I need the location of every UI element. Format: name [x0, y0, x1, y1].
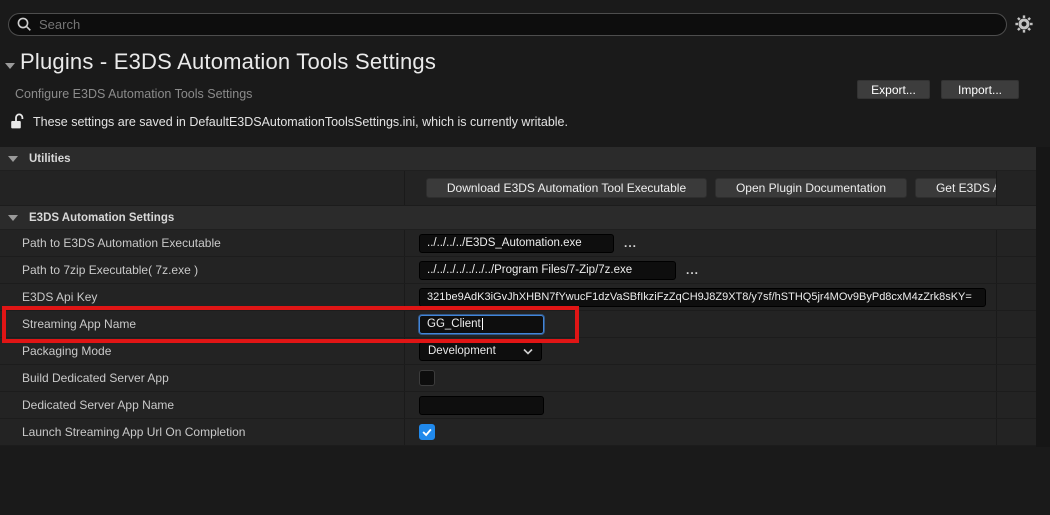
utilities-row-end-cell	[997, 171, 1036, 205]
dedicated-server-app-name-field[interactable]	[419, 396, 544, 415]
page-subtitle: Configure E3DS Automation Tools Settings	[15, 87, 252, 101]
setting-label: Streaming App Name	[0, 311, 405, 337]
row-end-cell	[997, 230, 1036, 256]
setting-value-cell: ../../../../E3DS_Automation.exe ...	[405, 230, 997, 256]
export-button[interactable]: Export...	[857, 80, 930, 99]
setting-label: Launch Streaming App Url On Completion	[0, 419, 405, 445]
setting-value-cell	[405, 392, 997, 418]
get-e3ds-api-key-button[interactable]: Get E3DS Api Key	[915, 178, 997, 198]
setting-row-e3ds-api-key: E3DS Api Key 321be9AdK3iGvJhXHBN7fYwucF1…	[0, 284, 1036, 311]
row-end-cell	[997, 392, 1036, 418]
setting-label: Dedicated Server App Name	[0, 392, 405, 418]
utilities-row-label-cell	[0, 171, 405, 205]
settings-panel: Utilities Download E3DS Automation Tool …	[0, 147, 1036, 446]
setting-row-dedicated-server-app-name: Dedicated Server App Name	[0, 392, 1036, 419]
streaming-app-name-value: GG_Client	[427, 318, 481, 330]
setting-row-packaging-mode: Packaging Mode Development	[0, 338, 1036, 365]
setting-row-launch-streaming-app-url-on-completion: Launch Streaming App Url On Completion	[0, 419, 1036, 446]
collapse-title-arrow-icon[interactable]	[5, 63, 15, 69]
text-caret	[482, 318, 483, 330]
setting-label: E3DS Api Key	[0, 284, 405, 310]
packaging-mode-selected-value: Development	[428, 345, 496, 357]
panel-right-gutter	[1036, 147, 1050, 447]
packaging-mode-dropdown[interactable]: Development	[419, 342, 542, 361]
import-button[interactable]: Import...	[941, 80, 1019, 99]
config-file-notice: These settings are saved in DefaultE3DSA…	[10, 113, 568, 130]
e3ds-executable-path-field[interactable]: ../../../../E3DS_Automation.exe	[419, 234, 614, 253]
setting-value-cell: GG_Client	[405, 311, 997, 337]
row-end-cell	[997, 311, 1036, 337]
search-input[interactable]	[39, 17, 1006, 32]
setting-row-streaming-app-name: Streaming App Name GG_Client	[0, 311, 1036, 338]
checkmark-icon	[421, 426, 433, 438]
launch-streaming-app-url-checkbox[interactable]	[419, 424, 435, 440]
section-header-utilities[interactable]: Utilities	[0, 147, 1036, 171]
page-title: Plugins - E3DS Automation Tools Settings	[20, 49, 436, 75]
setting-label: Path to 7zip Executable( 7z.exe )	[0, 257, 405, 283]
row-end-cell	[997, 419, 1036, 445]
section-title: E3DS Automation Settings	[29, 212, 174, 224]
open-plugin-documentation-button[interactable]: Open Plugin Documentation	[715, 178, 907, 198]
setting-value-cell: ../../../../../../../Program Files/7-Zip…	[405, 257, 997, 283]
setting-value-cell	[405, 365, 997, 391]
browse-ellipsis-button[interactable]: ...	[686, 263, 699, 277]
search-bar	[8, 13, 1007, 36]
setting-label: Path to E3DS Automation Executable	[0, 230, 405, 256]
chevron-down-icon	[8, 156, 18, 162]
e3ds-api-key-field[interactable]: 321be9AdK3iGvJhXHBN7fYwucF1dzVaSBfIkziFz…	[419, 288, 986, 307]
config-file-notice-text: These settings are saved in DefaultE3DSA…	[33, 115, 568, 129]
download-e3ds-tool-button[interactable]: Download E3DS Automation Tool Executable	[426, 178, 707, 198]
setting-label: Build Dedicated Server App	[0, 365, 405, 391]
setting-row-path-to-7zip-executable: Path to 7zip Executable( 7z.exe ) ../../…	[0, 257, 1036, 284]
setting-value-cell: 321be9AdK3iGvJhXHBN7fYwucF1dzVaSBfIkziFz…	[405, 284, 997, 310]
setting-row-path-to-e3ds-automation-executable: Path to E3DS Automation Executable ../..…	[0, 230, 1036, 257]
section-header-e3ds-automation-settings[interactable]: E3DS Automation Settings	[0, 206, 1036, 230]
row-end-cell	[997, 284, 1036, 310]
chevron-down-icon	[523, 348, 533, 355]
search-icon	[17, 17, 32, 32]
row-end-cell	[997, 365, 1036, 391]
7zip-executable-path-field[interactable]: ../../../../../../../Program Files/7-Zip…	[419, 261, 676, 280]
streaming-app-name-field[interactable]: GG_Client	[419, 315, 544, 334]
row-end-cell	[997, 338, 1036, 364]
setting-row-build-dedicated-server-app: Build Dedicated Server App	[0, 365, 1036, 392]
row-end-cell	[997, 257, 1036, 283]
chevron-down-icon	[8, 215, 18, 221]
setting-label: Packaging Mode	[0, 338, 405, 364]
setting-value-cell	[405, 419, 997, 445]
setting-value-cell: Development	[405, 338, 997, 364]
section-title: Utilities	[29, 153, 71, 165]
unlock-icon	[10, 113, 24, 130]
utilities-row: Download E3DS Automation Tool Executable…	[0, 171, 1036, 206]
browse-ellipsis-button[interactable]: ...	[624, 236, 637, 250]
build-dedicated-server-app-checkbox[interactable]	[419, 370, 435, 386]
gear-icon[interactable]	[1015, 15, 1033, 33]
utilities-row-buttons: Download E3DS Automation Tool Executable…	[405, 171, 997, 205]
